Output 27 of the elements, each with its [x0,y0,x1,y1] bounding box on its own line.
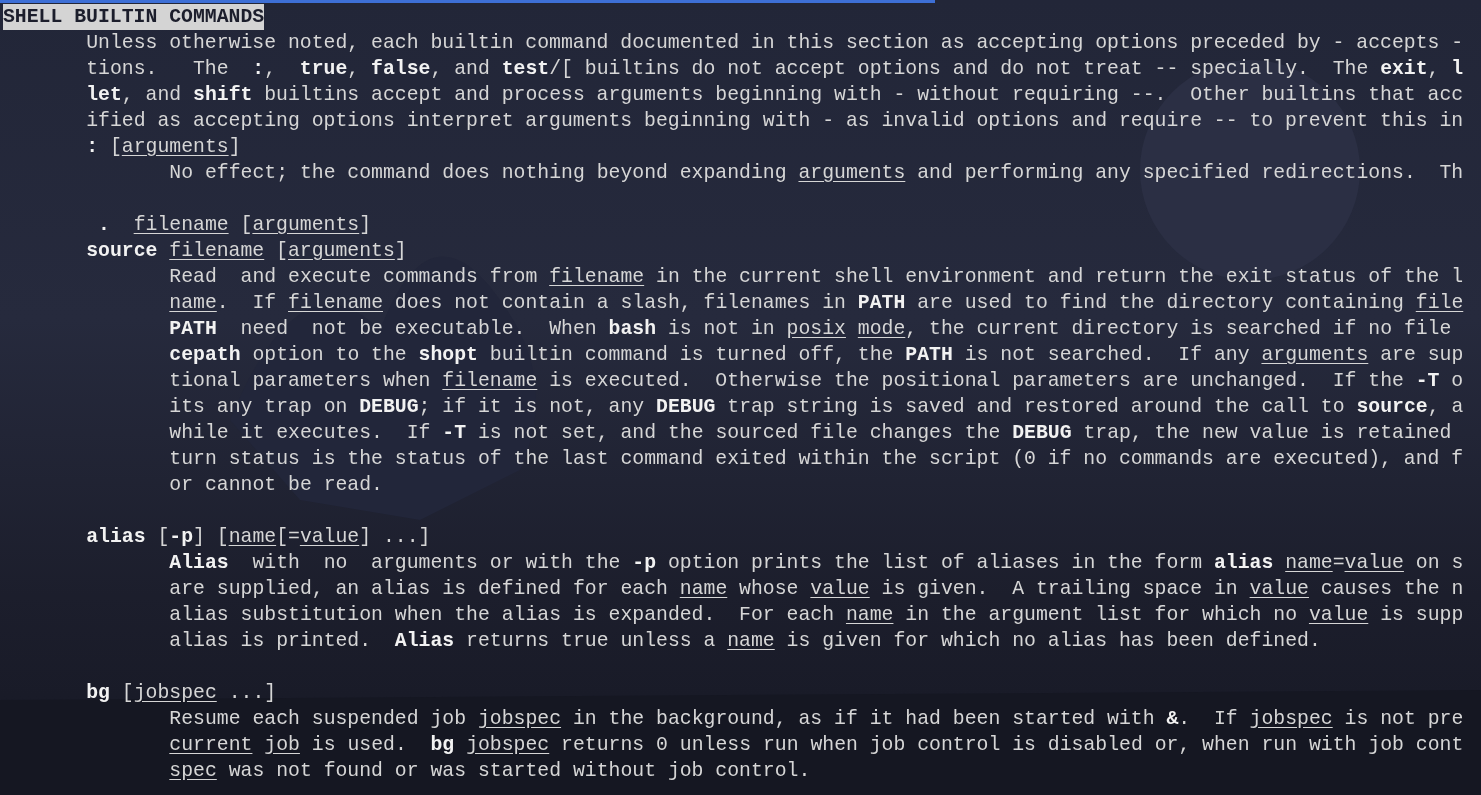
man-page-line: spec was not found or was started without job control. [168,759,811,784]
man-page-line: or cannot be read. [168,473,383,498]
command-synopsis: alias [-p] [name[=value] ...] [85,525,431,550]
man-page-line: Resume each suspended job jobspec in the background, as if it had been started with &. If jobspec is not pre [168,707,1464,732]
man-page-line: Read and execute commands from filename in the current shell environment and return the exit status of the l [168,265,1464,290]
man-page-line: PATH need not be executable. When bash is not in posix mode, the current directory is searched if no file [168,317,1452,342]
man-page-line: tions. The :, true, false, and test/[ builtins do not accept options and do not treat -- specially. The exit, l [85,57,1464,82]
man-page-line: alias substitution when the alias is expanded. For each name in the argument list for which no value is supp [168,603,1464,628]
command-synopsis: source filename [arguments] [85,239,407,264]
man-page-line: ified as accepting options interpret arguments beginning with - as invalid options and require -- to prevent this in [85,109,1464,134]
section-heading: SHELL BUILTIN COMMANDS [3,4,265,30]
man-page-line: Unless otherwise noted, each builtin command documented in this section as accepting options preceded by - accepts - [85,31,1464,56]
man-page-line: turn status is the status of the last command exited within the script (0 if no commands are executed), and f [168,447,1464,472]
man-page-line: name. If filename does not contain a slash, filenames in PATH are used to find the directory containing file [168,291,1464,316]
man-page-line: tional parameters when filename is executed. Otherwise the positional parameters are unchanged. If the -T o [168,369,1464,394]
command-synopsis: : [arguments] [85,135,241,160]
command-synopsis: bg [jobspec ...] [85,681,277,706]
man-page-line: its any trap on DEBUG; if it is not, any DEBUG trap string is saved and restored around the call to source, a [168,395,1464,420]
command-synopsis: . filename [arguments] [97,213,372,238]
man-page-line: are supplied, an alias is defined for each name whose value is given. A trailing space in value causes the n [168,577,1464,602]
man-page-line: Alias with no arguments or with the -p option prints the list of aliases in the form alias name=value on s [168,551,1464,576]
man-page-line: cepath option to the shopt builtin command is turned off, the PATH is not searched. If any arguments are sup [168,343,1464,368]
man-page-line: alias is printed. Alias returns true unless a name is given for which no alias has been defined. [168,629,1321,654]
man-page-line: current job is used. bg jobspec returns 0 unless run when job control is disabled or, when run with job cont [168,733,1464,758]
man-page-line: while it executes. If -T is not set, and the sourced file changes the DEBUG trap, the new value is retained [168,421,1452,446]
man-page-line: No effect; the command does nothing beyond expanding arguments and performing any specified redirections. Th [168,161,1464,186]
man-page-line: let, and shift builtins accept and process arguments beginning with - without requiring --. Other builtins that acc [85,83,1464,108]
